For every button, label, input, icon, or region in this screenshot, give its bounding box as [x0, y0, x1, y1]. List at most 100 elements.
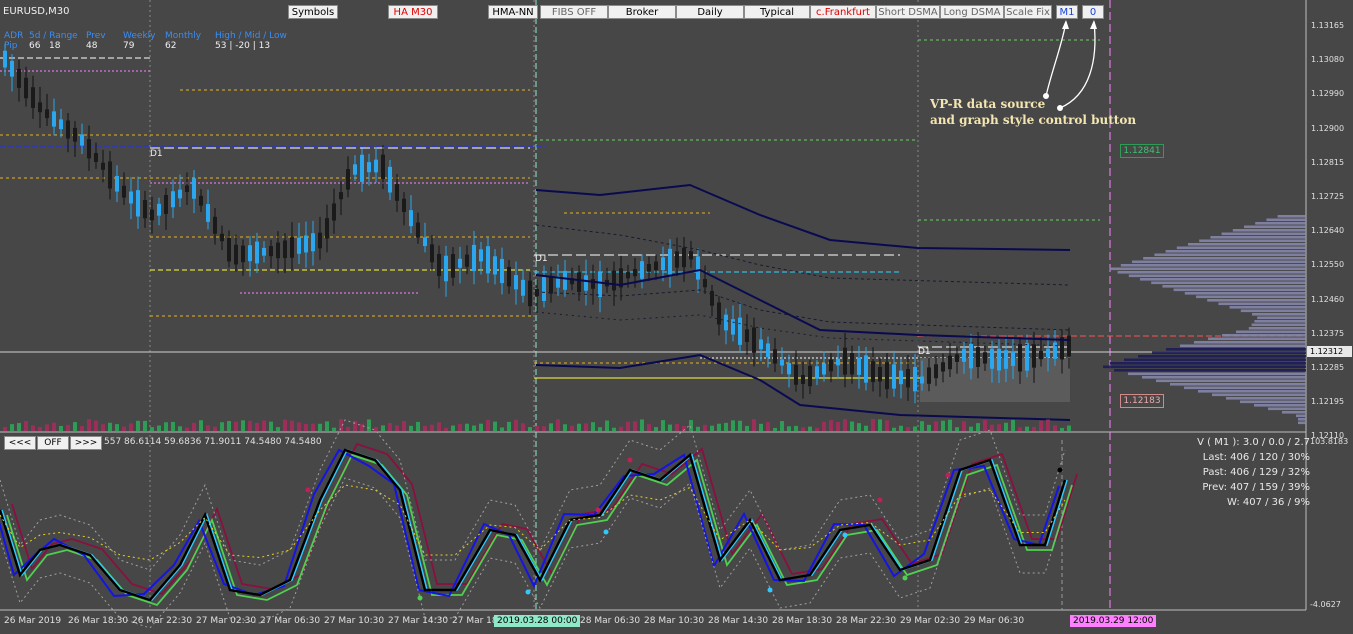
toolbar-button-broker[interactable]: Broker	[608, 5, 676, 19]
volume-profile-bar	[1194, 341, 1306, 344]
candle-body	[52, 111, 56, 127]
volume-bar	[507, 421, 511, 431]
candle-body	[696, 256, 700, 280]
candle-body	[612, 270, 616, 291]
volume-bar	[374, 427, 378, 431]
candle-body	[402, 198, 406, 212]
toolbar-button-m1[interactable]: M1	[1056, 5, 1078, 19]
candle-body	[976, 347, 980, 367]
annotation-callout: VP-R data source and graph style control…	[930, 96, 1136, 128]
volume-bar	[1046, 419, 1050, 431]
candle-body	[563, 270, 567, 290]
volume-bar	[822, 421, 826, 431]
toolbar-button-0[interactable]: 0	[1082, 5, 1104, 19]
volume-profile-bar	[1255, 222, 1306, 225]
volume-bar	[248, 420, 252, 431]
volume-bar	[3, 426, 7, 431]
stat-pip-prefix: Pip	[4, 41, 18, 51]
candle-body	[255, 241, 259, 264]
candle-body	[45, 109, 49, 119]
indicator-line-blue	[0, 448, 1060, 598]
candle-body	[227, 238, 231, 262]
volume-bar	[1053, 425, 1057, 431]
toolbar-button-symbols[interactable]: Symbols	[288, 5, 338, 19]
volume-profile-bar	[1143, 257, 1306, 260]
price-tick: 1.12460	[1311, 294, 1345, 304]
signal-dot	[902, 575, 908, 581]
nav-toggle-button[interactable]: OFF	[37, 436, 69, 450]
volume-bar	[990, 424, 994, 431]
volume-bar	[780, 421, 784, 431]
candle-body	[738, 317, 742, 345]
volume-bar	[157, 425, 161, 431]
volume-bar	[493, 421, 497, 431]
toolbar-button-daily[interactable]: Daily	[676, 5, 744, 19]
volume-profile-bar	[1248, 327, 1306, 330]
d1-label: D1	[918, 347, 931, 357]
volume-profile-bar	[1232, 229, 1306, 232]
volume-bar	[17, 423, 21, 431]
d1-label: D1	[150, 149, 163, 159]
band-lower-mid	[535, 289, 1071, 331]
volume-profile-bar	[1140, 278, 1306, 281]
candle-body	[178, 189, 182, 199]
volume-bar	[304, 423, 308, 431]
volume-bar	[318, 423, 322, 431]
candle-body	[850, 353, 854, 375]
volume-profile-bar	[1124, 358, 1306, 362]
candle-body	[395, 184, 399, 201]
candle-body	[542, 277, 546, 301]
volume-bar	[213, 426, 217, 431]
candle-body	[822, 363, 826, 375]
volume-bar	[794, 425, 798, 431]
volume-bar	[584, 423, 588, 431]
stat-prev-value: 48	[86, 41, 98, 51]
candle-body	[808, 365, 812, 387]
volume-bar	[528, 427, 532, 431]
price-chart[interactable]	[0, 0, 1353, 634]
time-tick: 28 Mar 06:30	[580, 616, 641, 626]
candle-body	[283, 240, 287, 259]
volume-bar	[955, 427, 959, 431]
volume-bar	[171, 421, 175, 431]
volume-bar	[773, 427, 777, 431]
toolbar-button-short-dsma[interactable]: Short DSMA	[876, 5, 940, 19]
time-tick: 27 Mar 02:30	[196, 616, 257, 626]
candle-body	[115, 175, 119, 192]
volume-bar	[850, 421, 854, 431]
toolbar-button-scale-fix[interactable]: Scale Fix	[1004, 5, 1052, 19]
volume-bar	[423, 425, 427, 431]
volume-profile-bar	[1208, 337, 1306, 341]
signal-dot	[525, 589, 531, 595]
nav-next-button[interactable]: >>>	[70, 436, 102, 450]
annotation-arrow-head	[1062, 20, 1069, 29]
stat-hml-value: 53 | -20 | 13	[215, 41, 271, 51]
toolbar-button-long-dsma[interactable]: Long DSMA	[940, 5, 1004, 19]
candle-body	[73, 127, 77, 142]
signal-dot	[603, 529, 609, 535]
volume-bar	[143, 420, 147, 431]
volume-bar	[31, 425, 35, 431]
volume-bar	[703, 424, 707, 431]
volume-profile-bar	[1222, 334, 1306, 337]
toolbar-button-hma-nn[interactable]: HMA-NN	[488, 5, 538, 19]
candle-body	[703, 279, 707, 288]
volume-bar	[689, 420, 693, 431]
nav-prev-button[interactable]: <<<	[4, 436, 36, 450]
candle-body	[38, 102, 42, 113]
toolbar-button-c-frankfurt[interactable]: c.Frankfurt	[810, 5, 876, 19]
toolbar-button-fibs-off[interactable]: FIBS OFF	[540, 5, 608, 19]
volume-bar	[192, 422, 196, 431]
volume-bar	[997, 424, 1001, 431]
candle-body	[717, 302, 721, 325]
chart-window[interactable]: EURUSD,M30 Symbols HA M30 HMA-NN FIBS OFF Br…	[0, 0, 1353, 634]
toolbar-button-typical[interactable]: Typical	[744, 5, 810, 19]
toolbar-button-ha-m30[interactable]: HA M30	[388, 5, 438, 19]
volume-bar	[486, 419, 490, 431]
candle-body	[626, 272, 630, 279]
candle-body	[24, 77, 28, 99]
time-tick: 26 Mar 2019	[4, 616, 62, 626]
volume-profile-bar	[1212, 393, 1306, 397]
candle-body	[507, 266, 511, 287]
candle-body	[472, 244, 476, 272]
